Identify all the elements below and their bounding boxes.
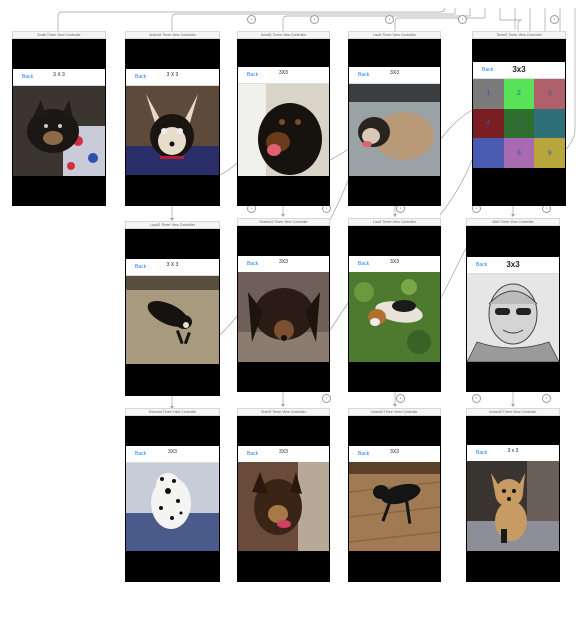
device-screen: Back 3 X 3 <box>125 39 220 206</box>
segue-icon[interactable]: 1 <box>550 15 559 24</box>
navigation-bar: Back 3X3 <box>349 256 440 273</box>
grid-cell[interactable]: 7 <box>473 138 504 168</box>
nav-title: 3x3 <box>512 65 526 74</box>
scene-lisa3-beagle: Lisa3 Three View Controller Back 3X3 <box>348 218 441 392</box>
navigation-bar: Back 3x3 <box>473 62 565 79</box>
navigation-bar: Back 3x3 <box>467 257 559 274</box>
navigation-bar: Back 3 X 3 <box>126 69 219 86</box>
device-screen: Back 3 X 3 <box>125 229 220 396</box>
scene-well-sketch: Well Three View Controller Back 3x3 <box>466 218 560 392</box>
grid-cell[interactable]: 9 <box>534 138 565 168</box>
navigation-bar: Back 3X3 <box>238 67 329 84</box>
segue-icon[interactable]: 1 <box>322 394 331 403</box>
scene-emerald-dalmatian: Emerald Three View Controller Back 3X3 <box>125 408 220 582</box>
scene-inland3: Inland3 Three View Controller Back 3X3 <box>348 408 441 582</box>
nav-title: 3 X 3 <box>166 72 179 78</box>
device-screen: Back 3 X 3 <box>12 39 106 206</box>
dog-photo <box>126 86 219 175</box>
grid-cell[interactable]: 6 <box>534 108 565 139</box>
scene-title: Small2 Three View Controller <box>237 31 330 39</box>
dog-photo <box>238 84 329 176</box>
color-grid: 1 2 3 4 5 6 7 8 9 <box>473 79 565 168</box>
segue-icon[interactable]: 1 <box>385 15 394 24</box>
scene-small2: Small2 Three View Controller Back 3X3 <box>237 31 330 206</box>
scene-title: Lisa3 Three View Controller <box>348 218 441 226</box>
scene-lapis3: Lapis3 Three View Controller Back 3 X 3 <box>125 221 220 396</box>
scene-title: Well Three View Controller <box>466 218 560 226</box>
grid-cell[interactable]: 1 <box>473 79 504 109</box>
scene-title: Lapis3 Three View Controller <box>125 221 220 229</box>
grid-cell[interactable]: 2 <box>503 79 535 109</box>
nav-title: 3X3 <box>390 259 399 265</box>
scene-lisa3: Lisa3 Three View Controller Back 3X3 <box>348 31 441 206</box>
grid-cell[interactable]: 8 <box>503 138 535 168</box>
nav-title: 3X3 <box>390 449 399 455</box>
dog-photo <box>126 276 219 364</box>
device-screen: Back 3X3 <box>348 39 441 206</box>
dog-photo <box>126 463 219 551</box>
nav-title: 3X3 <box>390 70 399 76</box>
nav-title: 3X3 <box>279 449 288 455</box>
device-screen: Back 3x3 <box>466 226 560 392</box>
nav-title: 3x3 <box>506 260 520 269</box>
dog-photo <box>349 272 440 362</box>
nav-title: 3 X 3 <box>53 72 65 78</box>
navigation-bar: Back 3 X 3 <box>13 69 105 86</box>
device-screen: Back 3X3 <box>237 416 330 582</box>
dog-photo <box>238 272 329 362</box>
scene-title: Inland3 Three View Controller <box>348 408 441 416</box>
scene-three3-grid: Three3 Three View Controller Back 3x3 1 … <box>472 31 566 206</box>
nav-title: 3X3 <box>168 449 177 455</box>
dog-photo <box>13 86 105 176</box>
segue-icon[interactable]: 1 <box>310 15 319 24</box>
scene-android: Android Three View Controller Back 3 X 3 <box>125 31 220 206</box>
scene-sheriff: Sheriff Three View Controller Back 3X3 <box>237 408 330 582</box>
navigation-bar: Back 3X3 <box>238 256 329 273</box>
scene-title: Lisa3 Three View Controller <box>348 31 441 39</box>
grid-cell[interactable]: 5 <box>503 108 535 139</box>
device-screen: Back 3 x 3 <box>466 416 560 582</box>
segue-icon[interactable]: 1 <box>472 394 481 403</box>
navigation-bar: Back 3X3 <box>349 446 440 463</box>
scene-title: Small Three View Controller <box>12 31 106 39</box>
segue-icon[interactable]: 1 <box>542 394 551 403</box>
scene-title: Sheriff Three View Controller <box>237 408 330 416</box>
sketch-photo <box>467 274 559 362</box>
nav-title: 3 x 3 <box>507 448 519 454</box>
navigation-bar: Back 3X3 <box>126 446 219 463</box>
scene-title: Inched3 Three View Controller <box>466 408 560 416</box>
segue-icon[interactable]: 1 <box>458 15 467 24</box>
scene-title: Emerald Three View Controller <box>125 408 220 416</box>
scene-shanks3: Shanks3 Three View Controller Back 3X3 <box>237 218 330 392</box>
navigation-bar: Back 3 x 3 <box>467 445 559 462</box>
navigation-bar: Back 3X3 <box>349 67 440 84</box>
navigation-bar: Back 3 X 3 <box>126 259 219 276</box>
scene-title: Three3 Three View Controller <box>472 31 566 39</box>
scene-title: Shanks3 Three View Controller <box>237 218 330 226</box>
scene-title: Android Three View Controller <box>125 31 220 39</box>
device-screen: Back 3X3 <box>348 226 441 392</box>
grid-cell[interactable]: 3 <box>534 79 565 109</box>
dog-photo <box>467 461 559 551</box>
scene-small: Small Three View Controller Back 3 X 3 <box>12 31 106 206</box>
device-screen: Back 3X3 <box>237 39 330 206</box>
nav-title: 3X3 <box>279 259 288 265</box>
device-screen: Back 3X3 <box>237 226 330 392</box>
device-screen: Back 3X3 <box>125 416 220 582</box>
device-screen: Back 3x3 1 2 3 4 5 6 7 8 9 <box>472 39 566 206</box>
nav-title: 3 X 3 <box>166 262 179 268</box>
grid-cell[interactable]: 4 <box>473 108 504 139</box>
segue-icon[interactable]: 1 <box>396 394 405 403</box>
device-screen: Back 3X3 <box>348 416 441 582</box>
dog-photo <box>349 84 440 176</box>
navigation-bar: Back 3X3 <box>238 446 329 463</box>
nav-title: 3X3 <box>279 70 288 76</box>
segue-icon[interactable]: 1 <box>247 15 256 24</box>
dog-photo <box>238 462 329 551</box>
scene-inched3: Inched3 Three View Controller Back 3 x 3 <box>466 408 560 582</box>
dog-photo <box>349 462 440 551</box>
